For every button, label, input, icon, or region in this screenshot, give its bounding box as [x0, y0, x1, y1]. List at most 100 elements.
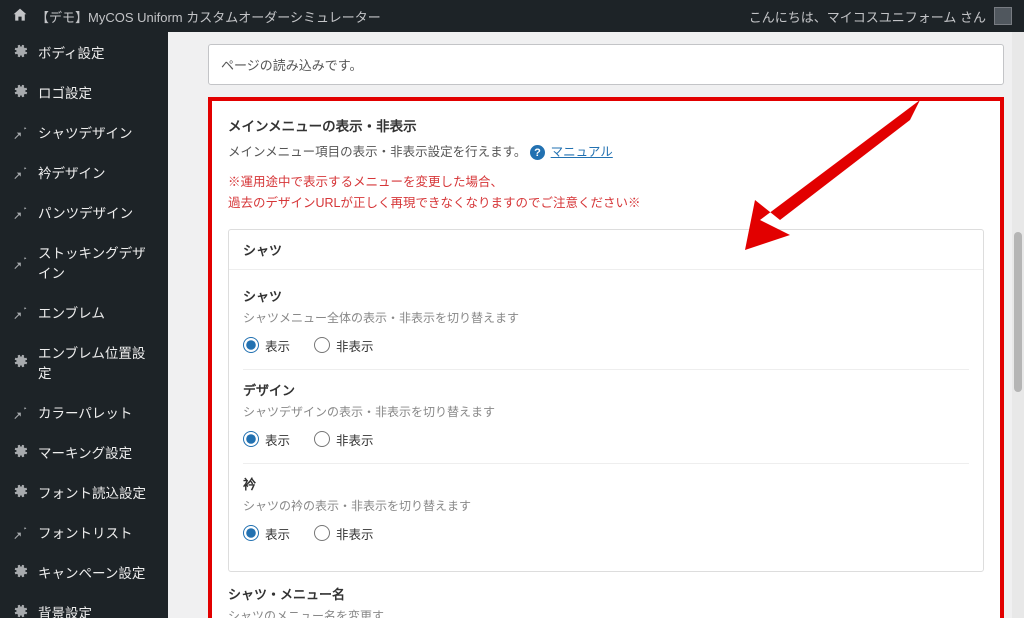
radio-option-show[interactable]: 表示 [243, 524, 290, 543]
section-heading: メインメニューの表示・非表示 [228, 115, 984, 135]
sidebar-item-label: ボディ設定 [38, 42, 105, 62]
radio-option-hide[interactable]: 非表示 [314, 524, 374, 543]
sidebar-item-label: カラーパレット [38, 402, 132, 422]
gear-icon [12, 43, 28, 62]
radio-row: 表示 非表示 [243, 524, 969, 543]
radio-input-hide[interactable] [314, 525, 330, 541]
radio-label: 表示 [265, 336, 290, 355]
gear-icon [12, 443, 28, 462]
sidebar-item-label: ロゴ設定 [38, 82, 92, 102]
scrollbar-thumb[interactable] [1014, 232, 1022, 392]
loading-message-box: ページの読み込みです。 [208, 44, 1004, 85]
sidebar-item-label: シャツデザイン [38, 122, 133, 142]
admin-sidebar: ボディ設定ロゴ設定シャツデザイン衿デザインパンツデザインストッキングデザインエン… [0, 32, 168, 618]
site-title[interactable]: 【デモ】MyCOS Uniform カスタムオーダーシミュレーター [36, 7, 381, 26]
menu-name-desc: シャツのメニュー名を変更する場合は、こちらに入力してください [228, 607, 388, 618]
sidebar-item-5[interactable]: ストッキングデザイン [0, 232, 168, 292]
warning-line-1: ※運用途中で表示するメニューを変更した場合、 [228, 172, 984, 193]
topbar-left: 【デモ】MyCOS Uniform カスタムオーダーシミュレーター [12, 7, 381, 26]
subgroup-1: デザインシャツデザインの表示・非表示を切り替えます表示 非表示 [243, 370, 969, 464]
radio-row: 表示 非表示 [243, 336, 969, 355]
pin-icon [12, 253, 28, 272]
sidebar-item-3[interactable]: 衿デザイン [0, 152, 168, 192]
sidebar-item-label: パンツデザイン [38, 202, 133, 222]
sidebar-item-label: マーキング設定 [38, 442, 132, 462]
sidebar-item-13[interactable]: 背景設定 [0, 592, 168, 618]
gear-icon [12, 603, 28, 618]
section-desc-row: メインメニュー項目の表示・非表示設定を行えます。 ? マニュアル [228, 141, 984, 160]
sidebar-item-label: エンブレム位置設定 [38, 342, 156, 382]
shirt-menu-name-block: シャツ・メニュー名 シャツのメニュー名を変更する場合は、こちらに入力してください [228, 584, 984, 618]
warning-line-2: 過去のデザインURLが正しく再現できなくなりますのでご注意ください※ [228, 193, 984, 214]
pin-icon [12, 403, 28, 422]
subgroup-title: デザイン [243, 380, 969, 399]
subgroup-desc: シャツデザインの表示・非表示を切り替えます [243, 403, 969, 420]
home-icon[interactable] [12, 7, 28, 26]
sidebar-item-label: 背景設定 [38, 602, 92, 618]
sidebar-item-11[interactable]: フォントリスト [0, 512, 168, 552]
shirt-group: シャツ シャツシャツメニュー全体の表示・非表示を切り替えます表示非表示デザインシ… [228, 229, 984, 572]
warning-text: ※運用途中で表示するメニューを変更した場合、 過去のデザインURLが正しく再現で… [228, 172, 984, 215]
sidebar-item-12[interactable]: キャンペーン設定 [0, 552, 168, 592]
radio-label: 非表示 [336, 336, 374, 355]
avatar[interactable] [994, 7, 1012, 25]
radio-label: 表示 [265, 430, 290, 449]
radio-row: 表示 非表示 [243, 430, 969, 449]
topbar-right: こんにちは、マイコスユニフォーム さん [749, 7, 1012, 26]
help-icon[interactable]: ? [530, 145, 545, 160]
highlighted-section: メインメニューの表示・非表示 メインメニュー項目の表示・非表示設定を行えます。 … [208, 97, 1004, 618]
scrollbar[interactable] [1012, 32, 1024, 618]
radio-label: 非表示 [336, 524, 374, 543]
sidebar-item-label: 衿デザイン [38, 162, 106, 182]
gear-icon [12, 563, 28, 582]
sidebar-item-9[interactable]: マーキング設定 [0, 432, 168, 472]
main-content: ページの読み込みです。 メインメニューの表示・非表示 メインメニュー項目の表示・… [168, 32, 1024, 618]
radio-label: 非表示 [336, 430, 374, 449]
pin-icon [12, 163, 28, 182]
sidebar-item-7[interactable]: エンブレム位置設定 [0, 332, 168, 392]
radio-option-hide[interactable]: 非表示 [314, 336, 374, 355]
radio-input-hide[interactable] [314, 337, 330, 353]
sidebar-item-2[interactable]: シャツデザイン [0, 112, 168, 152]
gear-icon [12, 353, 28, 372]
gear-icon [12, 83, 28, 102]
sidebar-item-10[interactable]: フォント読込設定 [0, 472, 168, 512]
pin-icon [12, 203, 28, 222]
sidebar-item-4[interactable]: パンツデザイン [0, 192, 168, 232]
sidebar-item-label: キャンペーン設定 [38, 562, 145, 582]
loading-message: ページの読み込みです。 [221, 58, 362, 73]
radio-input-show[interactable] [243, 525, 259, 541]
radio-label: 表示 [265, 524, 290, 543]
sidebar-item-1[interactable]: ロゴ設定 [0, 72, 168, 112]
subgroup-desc: シャツメニュー全体の表示・非表示を切り替えます [243, 309, 969, 326]
subgroup-desc: シャツの衿の表示・非表示を切り替えます [243, 497, 969, 514]
subgroup-2: 衿シャツの衿の表示・非表示を切り替えます表示 非表示 [243, 464, 969, 557]
pin-icon [12, 303, 28, 322]
sidebar-item-label: フォント読込設定 [38, 482, 146, 502]
radio-option-show[interactable]: 表示 [243, 430, 290, 449]
radio-option-show[interactable]: 表示 [243, 336, 290, 355]
greeting-text[interactable]: こんにちは、マイコスユニフォーム さん [749, 7, 986, 26]
group-header: シャツ [229, 230, 983, 270]
radio-input-show[interactable] [243, 337, 259, 353]
group-body: シャツシャツメニュー全体の表示・非表示を切り替えます表示非表示デザインシャツデザ… [229, 270, 983, 571]
admin-topbar: 【デモ】MyCOS Uniform カスタムオーダーシミュレーター こんにちは、… [0, 0, 1024, 32]
menu-name-title: シャツ・メニュー名 [228, 584, 984, 603]
pin-icon [12, 123, 28, 142]
radio-input-hide[interactable] [314, 431, 330, 447]
sidebar-item-6[interactable]: エンブレム [0, 292, 168, 332]
sidebar-item-label: ストッキングデザイン [38, 242, 156, 282]
sidebar-item-8[interactable]: カラーパレット [0, 392, 168, 432]
sidebar-item-0[interactable]: ボディ設定 [0, 32, 168, 72]
manual-link[interactable]: マニュアル [551, 145, 613, 159]
sidebar-item-label: エンブレム [38, 302, 105, 322]
subgroup-0: シャツシャツメニュー全体の表示・非表示を切り替えます表示 非表示 [243, 276, 969, 370]
gear-icon [12, 483, 28, 502]
radio-input-show[interactable] [243, 431, 259, 447]
subgroup-title: 衿 [243, 474, 969, 493]
section-desc: メインメニュー項目の表示・非表示設定を行えます。 [228, 145, 526, 159]
subgroup-title: シャツ [243, 286, 969, 305]
pin-icon [12, 523, 28, 542]
sidebar-item-label: フォントリスト [38, 522, 133, 542]
radio-option-hide[interactable]: 非表示 [314, 430, 374, 449]
